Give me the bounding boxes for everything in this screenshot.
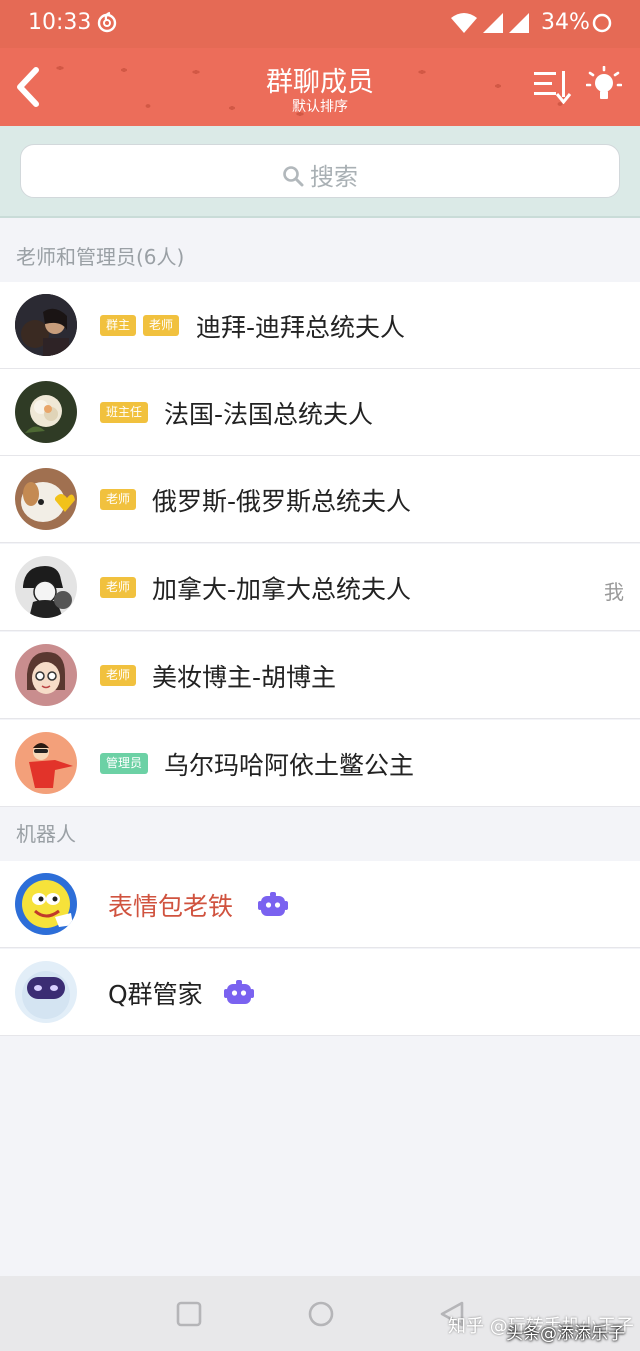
robot-icon — [224, 980, 254, 1004]
role-badge: 老师 — [100, 577, 137, 598]
home-button[interactable] — [307, 1300, 335, 1328]
role-badge: 班主任 — [100, 402, 149, 423]
avatar — [15, 732, 77, 794]
signal-icon — [509, 13, 529, 33]
role-badges: 班主任 — [100, 402, 149, 423]
robot-name: Q群管家 — [108, 980, 203, 1009]
robot-row[interactable]: 表情包老铁 — [0, 861, 640, 948]
role-badge: 老师 — [143, 315, 180, 336]
netease-music-icon — [97, 11, 117, 33]
role-badge: 老师 — [100, 665, 137, 686]
member-name: 迪拜-迪拜总统夫人 — [196, 313, 406, 342]
robot-row[interactable]: Q群管家 — [0, 949, 640, 1036]
search-placeholder-wrap: 搜索 — [21, 157, 619, 192]
role-badges: 管理员 — [100, 753, 149, 774]
member-row[interactable]: 群主 老师 迪拜-迪拜总统夫人 — [0, 282, 640, 369]
avatar — [15, 961, 77, 1023]
robot-name: 表情包老铁 — [108, 892, 234, 921]
member-name: 乌尔玛哈阿依土鳖公主 — [164, 751, 415, 780]
member-row[interactable]: 老师 美妆博主-胡博主 — [0, 632, 640, 719]
role-badges: 群主 老师 — [100, 315, 180, 336]
lightbulb-icon[interactable] — [586, 66, 622, 106]
wifi-icon — [451, 13, 477, 33]
search-input[interactable]: 搜索 — [20, 144, 620, 198]
battery-percent: 34% — [541, 10, 590, 35]
role-badges: 老师 — [100, 489, 137, 510]
sort-list-icon[interactable] — [532, 68, 572, 104]
role-badges: 老师 — [100, 577, 137, 598]
member-row[interactable]: 班主任 法国-法国总统夫人 — [0, 369, 640, 456]
search-icon — [283, 166, 304, 187]
self-indicator: 我 — [604, 580, 624, 604]
role-badge: 老师 — [100, 489, 137, 510]
avatar — [15, 468, 77, 530]
role-badges: 老师 — [100, 665, 137, 686]
member-row[interactable]: 管理员 乌尔玛哈阿依土鳖公主 — [0, 720, 640, 807]
member-row[interactable]: 老师 加拿大-加拿大总统夫人 我 — [0, 544, 640, 631]
title-bar: 群聊成员 默认排序 — [0, 48, 640, 126]
member-row[interactable]: 老师 俄罗斯-俄罗斯总统夫人 — [0, 456, 640, 543]
section-header-admins: 老师和管理员(6人) — [16, 245, 185, 269]
member-name: 法国-法国总统夫人 — [164, 400, 374, 429]
role-badge: 群主 — [100, 315, 137, 336]
section-header-robots: 机器人 — [16, 822, 76, 846]
role-badge: 管理员 — [100, 753, 149, 774]
member-name: 俄罗斯-俄罗斯总统夫人 — [152, 487, 412, 516]
signal-icon — [483, 13, 503, 33]
recent-apps-button[interactable] — [176, 1301, 202, 1327]
avatar — [15, 644, 77, 706]
member-name: 加拿大-加拿大总统夫人 — [152, 575, 412, 604]
avatar — [15, 556, 77, 618]
status-bar: 10:33 34% — [0, 0, 640, 48]
robot-icon — [258, 892, 288, 916]
avatar — [15, 381, 77, 443]
avatar — [15, 873, 77, 935]
avatar — [15, 294, 77, 356]
member-name: 美妆博主-胡博主 — [152, 663, 337, 692]
battery-ring-icon — [592, 13, 612, 33]
search-area: 搜索 — [0, 126, 640, 218]
toutiao-watermark: 头条@添添乐子 — [506, 1324, 625, 1344]
search-placeholder: 搜索 — [310, 163, 358, 191]
status-time: 10:33 — [28, 10, 92, 35]
